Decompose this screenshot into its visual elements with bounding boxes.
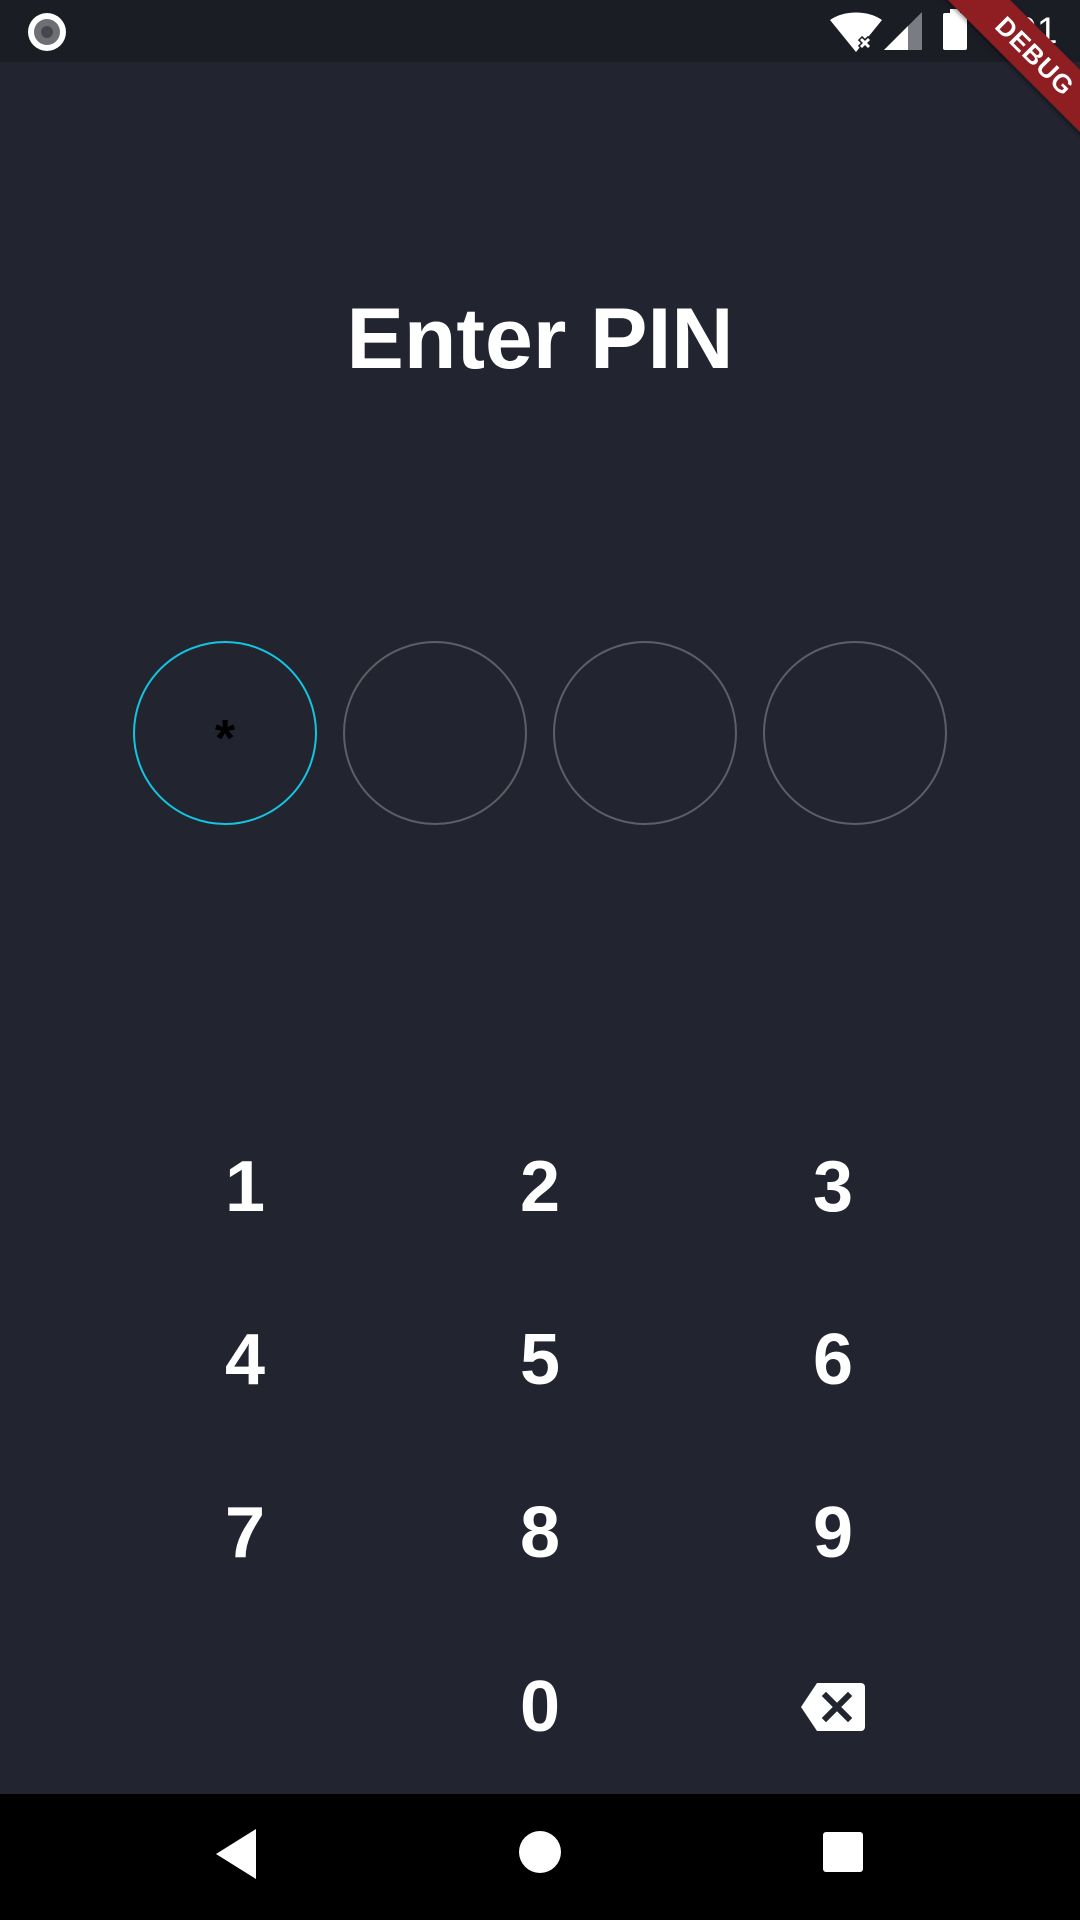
recents-icon[interactable] bbox=[823, 1832, 863, 1872]
status-bar: 7:01 bbox=[0, 0, 1080, 62]
home-icon[interactable] bbox=[519, 1831, 561, 1873]
signal-icon bbox=[884, 12, 922, 50]
page-title: Enter PIN bbox=[346, 291, 734, 387]
pin-slot-2 bbox=[343, 641, 527, 825]
pin-slot-1: * bbox=[133, 641, 317, 825]
pin-slot-3 bbox=[553, 641, 737, 825]
key-3[interactable]: 3 bbox=[733, 1117, 933, 1257]
key-4[interactable]: 4 bbox=[145, 1290, 345, 1430]
navigation-bar bbox=[0, 1794, 1080, 1920]
key-7[interactable]: 7 bbox=[145, 1463, 345, 1603]
wifi-icon bbox=[830, 12, 882, 52]
pin-slot-1-mask: * bbox=[214, 710, 236, 768]
key-2[interactable]: 2 bbox=[440, 1117, 640, 1257]
key-0[interactable]: 0 bbox=[440, 1637, 640, 1777]
backspace-button[interactable] bbox=[733, 1637, 933, 1777]
battery-icon bbox=[943, 9, 967, 50]
key-1[interactable]: 1 bbox=[145, 1117, 345, 1257]
back-icon[interactable] bbox=[216, 1829, 256, 1879]
backspace-icon bbox=[801, 1683, 865, 1731]
pin-entry-screen: 7:01 DEBUG Enter PIN * 1 2 3 4 5 6 7 8 9… bbox=[0, 0, 1080, 1920]
key-6[interactable]: 6 bbox=[733, 1290, 933, 1430]
recording-icon bbox=[28, 13, 66, 51]
key-8[interactable]: 8 bbox=[440, 1463, 640, 1603]
key-9[interactable]: 9 bbox=[733, 1463, 933, 1603]
key-5[interactable]: 5 bbox=[440, 1290, 640, 1430]
pin-indicator-row: * bbox=[133, 641, 947, 825]
numeric-keypad: 1 2 3 4 5 6 7 8 9 0 bbox=[0, 1100, 1080, 1747]
pin-slot-4 bbox=[763, 641, 947, 825]
